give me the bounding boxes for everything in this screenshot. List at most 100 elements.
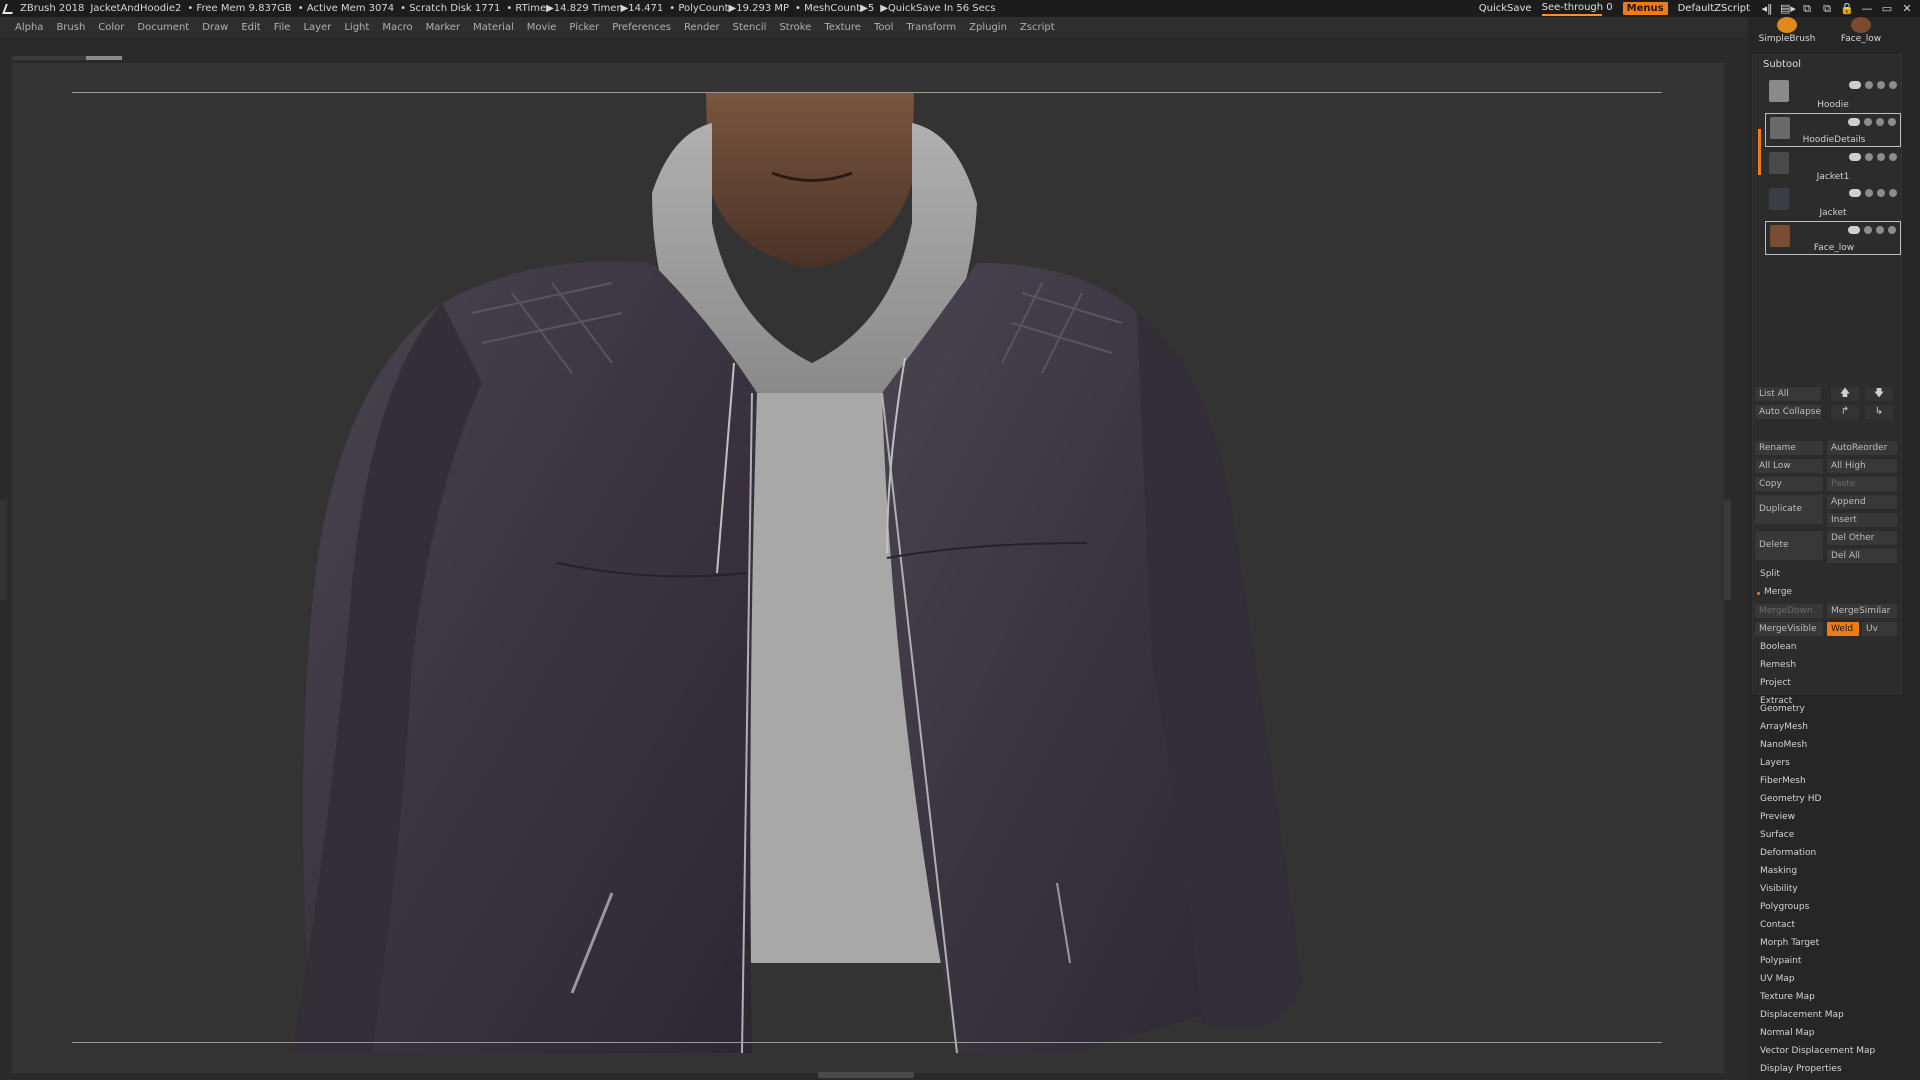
- polypaint-toggle-icon[interactable]: [1849, 189, 1861, 197]
- brush-slot-simplebrush[interactable]: SimpleBrush: [1752, 17, 1822, 47]
- menus-button[interactable]: Menus: [1622, 2, 1668, 15]
- menu-zscript[interactable]: Zscript: [1020, 22, 1055, 33]
- menu-draw[interactable]: Draw: [202, 22, 228, 33]
- surface-subpalette[interactable]: Surface: [1760, 830, 1794, 840]
- see-through-slider[interactable]: See-through 0: [1541, 2, 1613, 16]
- bottom-tray-handle[interactable]: [818, 1072, 914, 1078]
- masking-subpalette[interactable]: Masking: [1760, 866, 1797, 876]
- copy-button[interactable]: Copy: [1755, 477, 1823, 491]
- brush-icon[interactable]: [1876, 226, 1884, 234]
- left-tray-handle[interactable]: [0, 500, 7, 600]
- move-folder-down-icon[interactable]: ↳: [1865, 405, 1893, 419]
- brush-icon[interactable]: [1877, 81, 1885, 89]
- displacement-map-subpalette[interactable]: Displacement Map: [1760, 1010, 1844, 1020]
- subtool-item-selected[interactable]: HoodieDetails: [1765, 113, 1901, 147]
- all-high-button[interactable]: All High: [1827, 459, 1897, 473]
- uv-toggle[interactable]: Uv: [1862, 622, 1897, 636]
- minimize-icon[interactable]: —: [1860, 2, 1874, 15]
- layout-right-icon[interactable]: ▤▸: [1780, 2, 1796, 15]
- rename-button[interactable]: Rename: [1755, 441, 1823, 455]
- brush-icon[interactable]: [1876, 118, 1884, 126]
- move-folder-up-icon[interactable]: ↱: [1831, 405, 1859, 419]
- merge-visible-button[interactable]: MergeVisible: [1755, 622, 1823, 636]
- menu-tool[interactable]: Tool: [874, 22, 893, 33]
- menu-movie[interactable]: Movie: [527, 22, 557, 33]
- append-button[interactable]: Append: [1827, 495, 1897, 509]
- merge-similar-button[interactable]: MergeSimilar: [1827, 604, 1897, 618]
- polypaint-toggle-icon[interactable]: [1848, 226, 1860, 234]
- move-down-icon[interactable]: 🡇: [1865, 387, 1893, 401]
- geometry-hd-subpalette[interactable]: Geometry HD: [1760, 794, 1821, 804]
- menu-render[interactable]: Render: [684, 22, 720, 33]
- preview-subpalette[interactable]: Preview: [1760, 812, 1795, 822]
- duplicate-button[interactable]: Duplicate: [1755, 495, 1823, 524]
- merge-subpalette[interactable]: Merge: [1764, 587, 1792, 597]
- menu-transform[interactable]: Transform: [906, 22, 956, 33]
- deformation-subpalette[interactable]: Deformation: [1760, 848, 1816, 858]
- delete-button[interactable]: Delete: [1755, 531, 1823, 560]
- display-properties-subpalette[interactable]: Display Properties: [1760, 1064, 1842, 1074]
- normal-map-subpalette[interactable]: Normal Map: [1760, 1028, 1814, 1038]
- subtool-title[interactable]: Subtool: [1763, 59, 1801, 70]
- subtool-item-active[interactable]: Face_low: [1765, 221, 1901, 255]
- brush-icon[interactable]: [1877, 189, 1885, 197]
- default-zscript-button[interactable]: DefaultZScript: [1678, 3, 1750, 14]
- geometry-subpalette[interactable]: Geometry: [1760, 704, 1805, 714]
- project-subpalette[interactable]: Project: [1760, 678, 1791, 688]
- menu-marker[interactable]: Marker: [426, 22, 461, 33]
- menu-zplugin[interactable]: Zplugin: [969, 22, 1007, 33]
- subtool-item[interactable]: Hoodie: [1765, 77, 1901, 111]
- layers-subpalette[interactable]: Layers: [1760, 758, 1790, 768]
- auto-collapse-button[interactable]: Auto Collapse: [1755, 405, 1821, 419]
- vector-displacement-map-subpalette[interactable]: Vector Displacement Map: [1760, 1046, 1875, 1056]
- menu-light[interactable]: Light: [344, 22, 369, 33]
- menu-picker[interactable]: Picker: [569, 22, 599, 33]
- remesh-subpalette[interactable]: Remesh: [1760, 660, 1796, 670]
- window-swap2-icon[interactable]: ⧉: [1820, 2, 1834, 16]
- boolean-subpalette[interactable]: Boolean: [1760, 642, 1796, 652]
- polypaint-toggle-icon[interactable]: [1849, 81, 1861, 89]
- menu-document[interactable]: Document: [137, 22, 189, 33]
- contact-subpalette[interactable]: Contact: [1760, 920, 1795, 930]
- visibility-subpalette[interactable]: Visibility: [1760, 884, 1798, 894]
- menu-preferences[interactable]: Preferences: [612, 22, 671, 33]
- eye-icon[interactable]: [1888, 118, 1896, 126]
- list-all-button[interactable]: List All: [1755, 387, 1821, 401]
- paste-button[interactable]: Paste: [1827, 477, 1897, 491]
- arraymesh-subpalette[interactable]: ArrayMesh: [1760, 722, 1808, 732]
- brush-icon[interactable]: [1877, 153, 1885, 161]
- subtool-scroll-indicator[interactable]: [1758, 129, 1761, 175]
- menu-stroke[interactable]: Stroke: [779, 22, 811, 33]
- quicksave-button[interactable]: QuickSave: [1479, 3, 1532, 14]
- weld-toggle[interactable]: Weld: [1827, 622, 1859, 636]
- menu-alpha[interactable]: Alpha: [15, 22, 43, 33]
- right-tray-handle[interactable]: [1724, 500, 1731, 600]
- subtool-item[interactable]: Jacket: [1765, 185, 1901, 219]
- menu-stencil[interactable]: Stencil: [733, 22, 767, 33]
- document-scroll-thumb[interactable]: [86, 56, 122, 60]
- del-all-button[interactable]: Del All: [1827, 549, 1897, 563]
- solo-icon[interactable]: [1865, 153, 1873, 161]
- solo-icon[interactable]: [1865, 189, 1873, 197]
- maximize-icon[interactable]: ▭: [1880, 2, 1894, 15]
- menu-file[interactable]: File: [274, 22, 291, 33]
- del-other-button[interactable]: Del Other: [1827, 531, 1897, 545]
- texture-map-subpalette[interactable]: Texture Map: [1760, 992, 1815, 1002]
- menu-edit[interactable]: Edit: [241, 22, 260, 33]
- solo-icon[interactable]: [1865, 81, 1873, 89]
- eye-icon[interactable]: [1889, 189, 1897, 197]
- morph-target-subpalette[interactable]: Morph Target: [1760, 938, 1819, 948]
- merge-down-button[interactable]: MergeDown: [1755, 604, 1823, 618]
- polygroups-subpalette[interactable]: Polygroups: [1760, 902, 1809, 912]
- lock-icon[interactable]: 🔒: [1840, 2, 1854, 15]
- polypaint-toggle-icon[interactable]: [1849, 153, 1861, 161]
- polypaint-subpalette[interactable]: Polypaint: [1760, 956, 1801, 966]
- insert-button[interactable]: Insert: [1827, 513, 1897, 527]
- all-low-button[interactable]: All Low: [1755, 459, 1823, 473]
- nanomesh-subpalette[interactable]: NanoMesh: [1760, 740, 1807, 750]
- eye-icon[interactable]: [1889, 153, 1897, 161]
- uv-map-subpalette[interactable]: UV Map: [1760, 974, 1795, 984]
- eye-icon[interactable]: [1888, 226, 1896, 234]
- close-icon[interactable]: ✕: [1900, 2, 1914, 15]
- menu-brush[interactable]: Brush: [56, 22, 85, 33]
